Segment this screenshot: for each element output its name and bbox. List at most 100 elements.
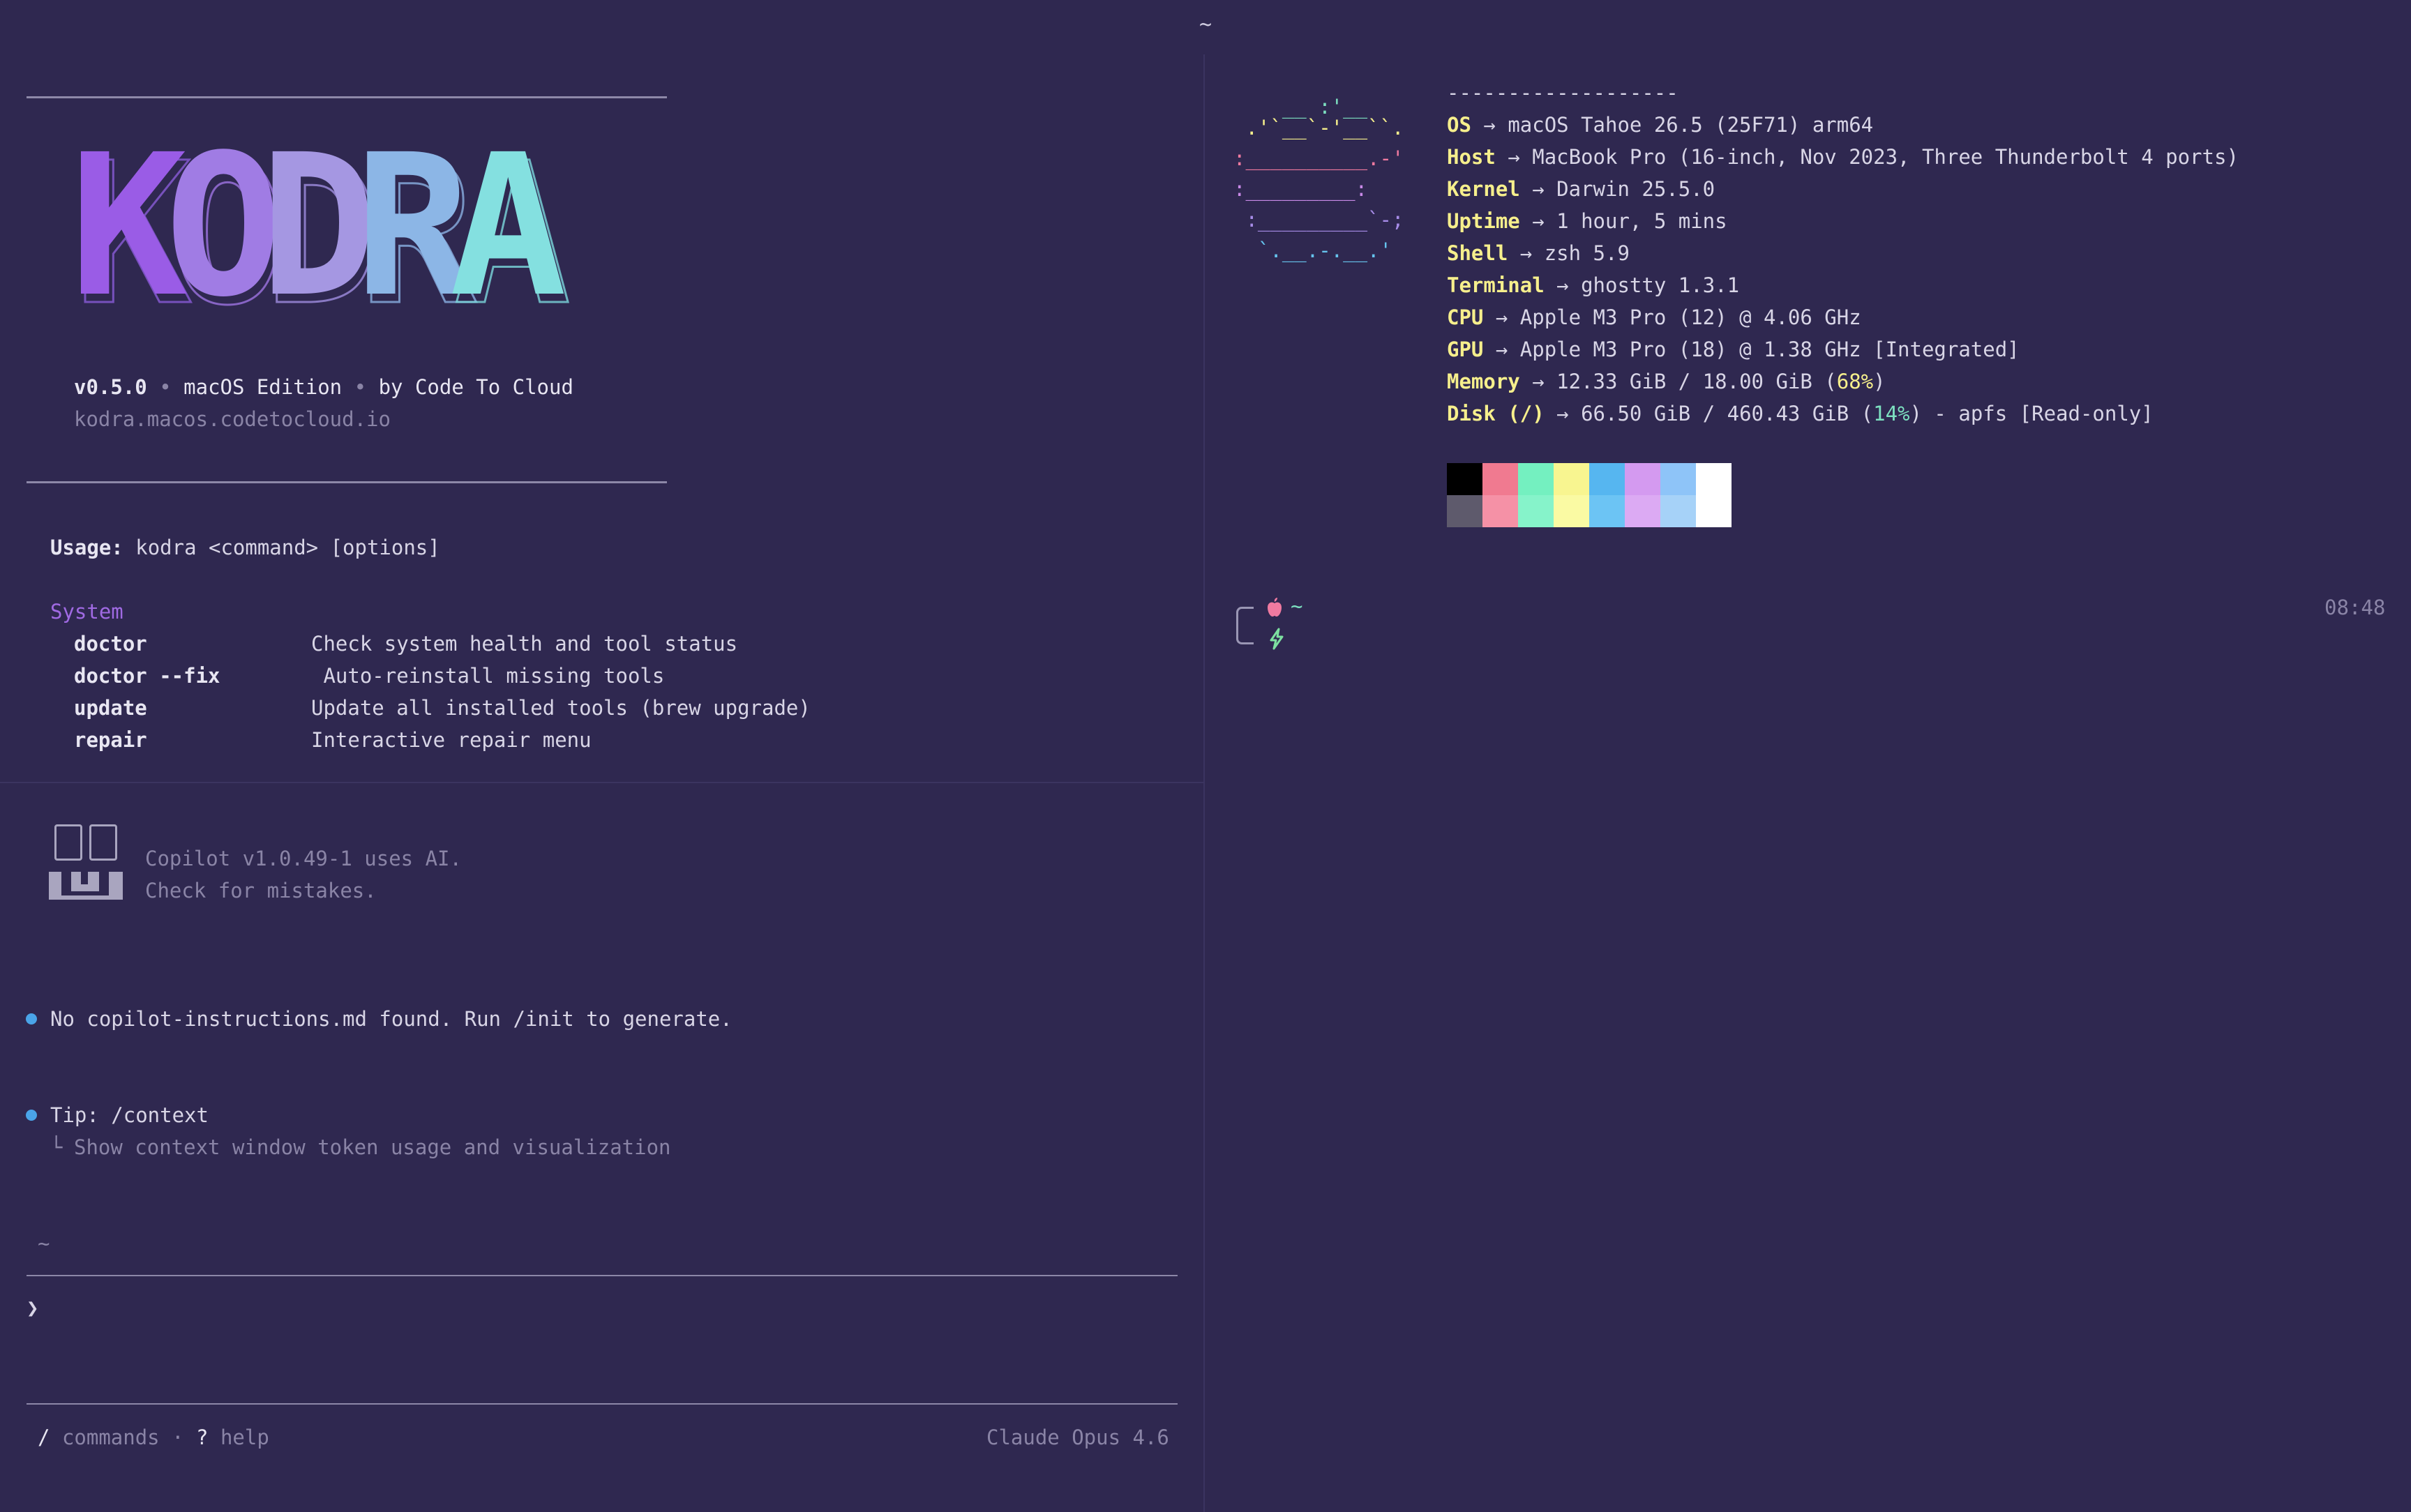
- disk-value: 66.50 GiB / 460.43 GiB (: [1581, 402, 1874, 425]
- command-desc-repair: Interactive repair menu: [311, 728, 592, 752]
- edition: macOS Edition: [183, 375, 343, 399]
- palette-swatch: [1482, 495, 1518, 527]
- info-value-kernel: Darwin 25.5.0: [1556, 177, 1715, 201]
- input-rule-top: [27, 1275, 1178, 1276]
- command-desc-doctor-fix: Auto-reinstall missing tools: [311, 664, 665, 688]
- palette-swatch: [1660, 495, 1696, 527]
- logo-letter-o: O: [165, 113, 283, 340]
- info-row-shell: Shell → zsh 5.9: [1447, 237, 1630, 269]
- info-key-os: OS: [1447, 113, 1471, 137]
- info-key-gpu: GPU: [1447, 338, 1484, 361]
- tip-branch: └: [50, 1135, 63, 1159]
- copilot-input[interactable]: [56, 1283, 1172, 1332]
- command-name-update: update: [74, 696, 147, 720]
- prompt-cwd: ~: [1291, 594, 1303, 618]
- info-arrow: →: [1495, 305, 1508, 329]
- info-row-cpu: CPU → Apple M3 Pro (12) @ 4.06 GHz: [1447, 301, 1861, 333]
- palette-swatch: [1660, 463, 1696, 495]
- palette-swatch: [1696, 463, 1732, 495]
- copilot-cwd: ~: [38, 1232, 50, 1255]
- info-key-host: Host: [1447, 145, 1496, 169]
- copilot-eye-left: [54, 824, 82, 861]
- pane-divider-horizontal[interactable]: [0, 782, 1203, 783]
- usage-text: kodra <command> [options]: [135, 536, 440, 559]
- ascii-line-4: :_________:: [1233, 177, 1368, 201]
- disk-percent: 14%: [1873, 402, 1910, 425]
- ascii-line-3: :__________.-': [1233, 146, 1404, 170]
- info-row-memory: Memory → 12.33 GiB / 18.00 GiB (68%): [1447, 365, 1886, 398]
- footer-dot: ·: [172, 1426, 184, 1449]
- info-key-disk: Disk (/): [1447, 402, 1545, 425]
- ascii-line-5: :_________`-;: [1233, 208, 1404, 232]
- disk-tail: ) - apfs [Read-only]: [1909, 402, 2154, 425]
- info-value-terminal: ghostty 1.3.1: [1581, 273, 1740, 297]
- info-row-disk: Disk (/) → 66.50 GiB / 460.43 GiB (14%) …: [1447, 398, 2154, 430]
- info-row-terminal: Terminal → ghostty 1.3.1: [1447, 269, 1739, 301]
- info-key-kernel: Kernel: [1447, 177, 1520, 201]
- shell-input[interactable]: [1298, 621, 2344, 656]
- pane-divider-vertical[interactable]: [1203, 54, 1205, 1512]
- palette-swatch: [1447, 463, 1482, 495]
- palette-swatch: [1518, 495, 1554, 527]
- palette-swatch: [1447, 495, 1482, 527]
- palette-swatch: [1696, 495, 1732, 527]
- tip-bullet: [26, 1110, 37, 1121]
- prompt-char: ❯: [27, 1296, 39, 1320]
- info-key-uptime: Uptime: [1447, 209, 1520, 233]
- info-key-terminal: Terminal: [1447, 273, 1545, 297]
- command-name-repair: repair: [74, 728, 147, 752]
- banner-rule-bottom: [27, 481, 667, 483]
- window-title: ~: [1199, 13, 1212, 37]
- apple-icon: [1265, 597, 1284, 618]
- info-arrow: →: [1532, 370, 1545, 393]
- tip-detail: Show context window token usage and visu…: [74, 1135, 671, 1159]
- input-rule-bottom: [27, 1403, 1178, 1405]
- usage-line: Usage: kodra <command> [options]: [50, 531, 440, 564]
- version-line: v0.5.0 • macOS Edition • by Code To Clou…: [74, 371, 573, 403]
- info-value-uptime: 1 hour, 5 mins: [1556, 209, 1727, 233]
- info-row-uptime: Uptime → 1 hour, 5 mins: [1447, 205, 1727, 237]
- footer-model[interactable]: Claude Opus 4.6: [986, 1421, 1169, 1453]
- info-value-cpu: Apple M3 Pro (12) @ 4.06 GHz: [1519, 305, 1861, 329]
- footer-hints: / commands · ? help: [38, 1421, 269, 1453]
- copilot-icon: [49, 823, 124, 912]
- palette-swatch: [1482, 463, 1518, 495]
- info-row-kernel: Kernel → Darwin 25.5.0: [1447, 173, 1715, 205]
- prompt-bracket: [1236, 607, 1254, 644]
- info-arrow: →: [1556, 402, 1569, 425]
- copilot-eye-right: [89, 824, 117, 861]
- prompt-time: 08:48: [2324, 596, 2386, 619]
- info-row-os: OS → macOS Tahoe 26.5 (25F71) arm64: [1447, 109, 1873, 141]
- memory-percent: 68%: [1836, 370, 1874, 393]
- footer-help[interactable]: help: [220, 1426, 269, 1449]
- palette-swatch: [1625, 463, 1660, 495]
- info-key-cpu: CPU: [1447, 305, 1484, 329]
- ascii-line-1: __ :'__: [1233, 95, 1368, 119]
- info-arrow: →: [1495, 338, 1508, 361]
- memory-close: ): [1873, 370, 1886, 393]
- copilot-notice-1: Copilot v1.0.49-1 uses AI.: [145, 847, 462, 870]
- ascii-logo: __ :'__ .'`__`-'__``. :__________.-' :____…: [1233, 84, 1404, 276]
- command-desc-update: Update all installed tools (brew upgrade…: [311, 696, 811, 720]
- palette-swatch: [1518, 463, 1554, 495]
- project-url[interactable]: kodra.macos.codetocloud.io: [74, 403, 391, 435]
- version-sep-2: •: [354, 375, 367, 399]
- info-value-os: macOS Tahoe 26.5 (25F71) arm64: [1508, 113, 1874, 137]
- palette-swatch: [1554, 463, 1589, 495]
- info-arrow: →: [1532, 209, 1545, 233]
- command-desc-doctor: Check system health and tool status: [311, 632, 738, 656]
- info-key-memory: Memory: [1447, 370, 1520, 393]
- tip-title: Tip: /context: [50, 1103, 209, 1127]
- command-name-doctor-fix: doctor --fix: [74, 664, 220, 688]
- usage-label: Usage:: [50, 536, 123, 559]
- info-arrow: →: [1532, 177, 1545, 201]
- info-value-gpu: Apple M3 Pro (18) @ 1.38 GHz [Integrated…: [1519, 338, 2020, 361]
- info-separator: -------------------: [1447, 81, 1678, 105]
- ascii-line-6: `.__.-.__.': [1233, 239, 1392, 262]
- section-title-system: System: [50, 600, 123, 623]
- footer-commands[interactable]: commands: [62, 1426, 160, 1449]
- info-arrow: →: [1519, 241, 1533, 265]
- banner-rule-top: [27, 96, 667, 98]
- ascii-line-2: .'`__`-'__``.: [1233, 116, 1404, 139]
- info-row-host: Host → MacBook Pro (16-inch, Nov 2023, T…: [1447, 141, 2239, 173]
